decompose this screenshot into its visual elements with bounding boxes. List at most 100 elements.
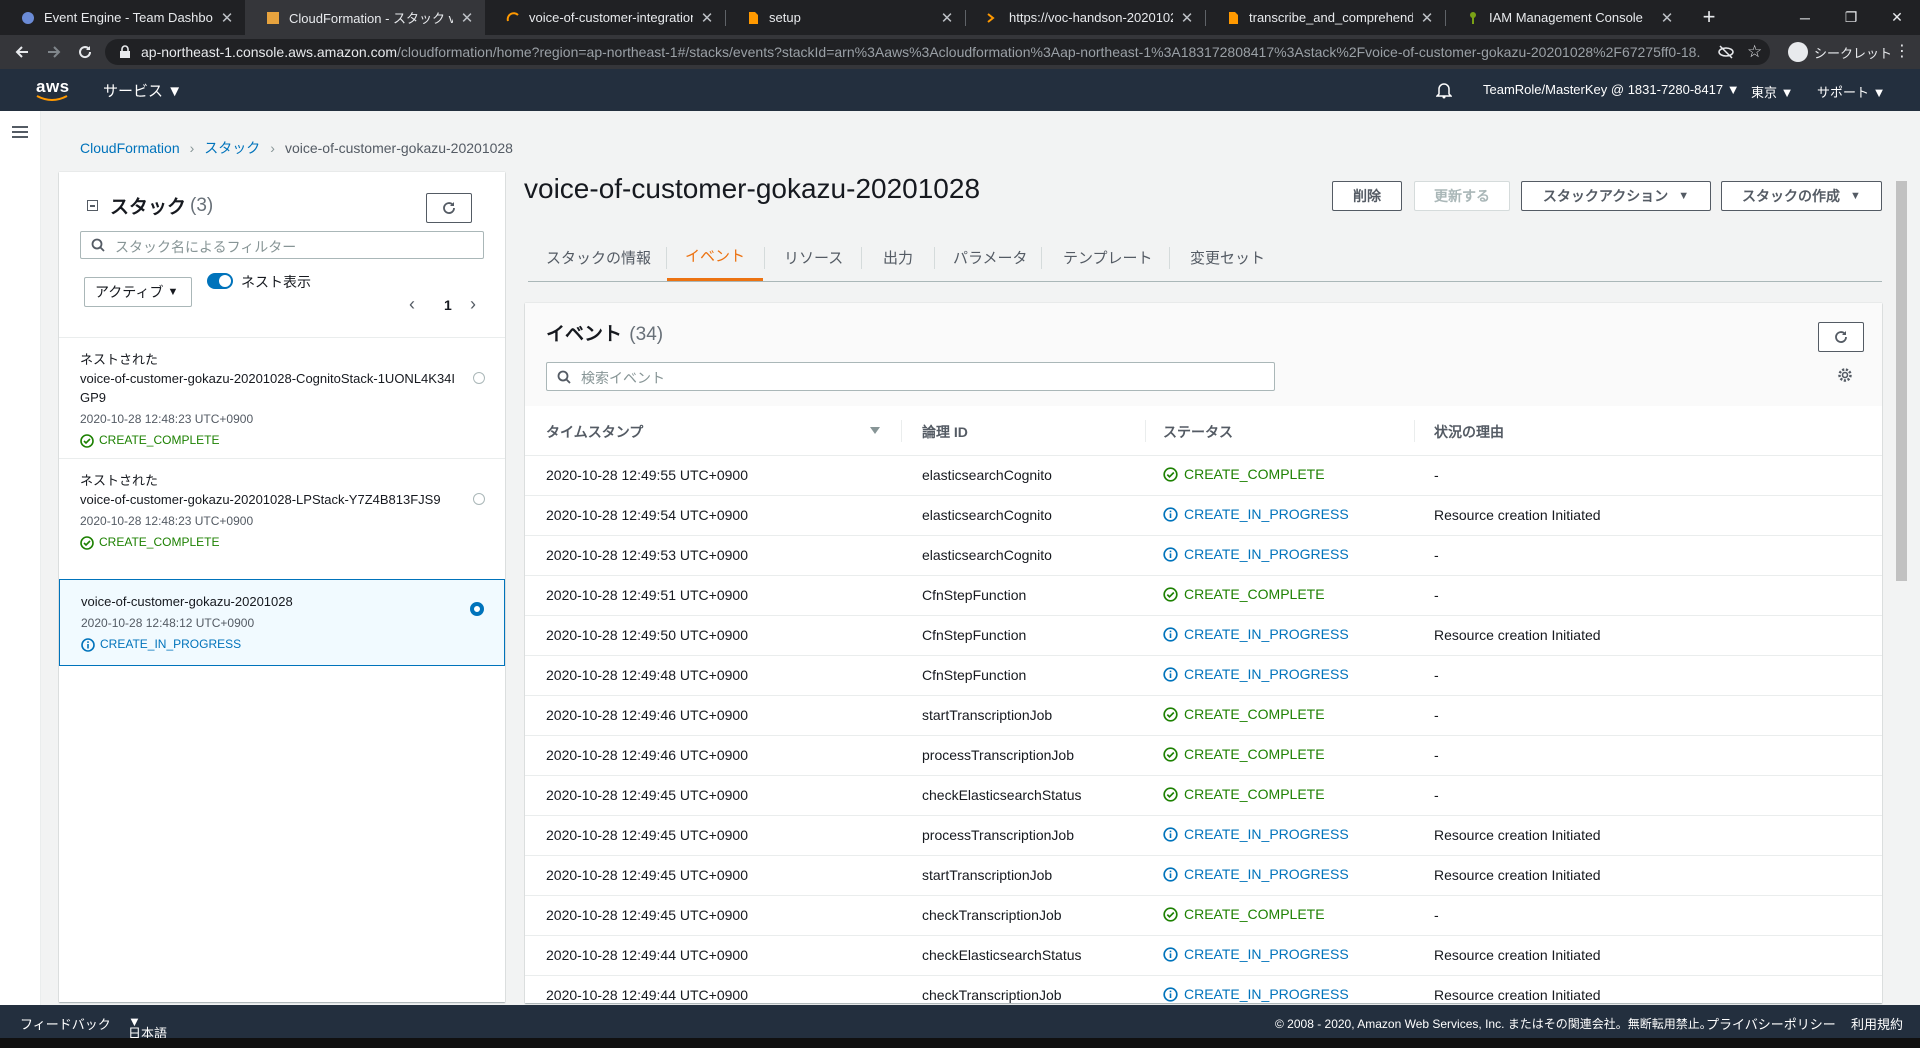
language-select[interactable]: 日本語 ▼ — [128, 1014, 167, 1041]
stack-actions-button[interactable]: スタックアクション ▼ — [1521, 181, 1711, 211]
window-close-icon[interactable]: ✕ — [1874, 0, 1920, 35]
event-reason: - — [1434, 747, 1439, 763]
eye-off-icon[interactable] — [1718, 45, 1734, 59]
page-number[interactable]: 1 — [444, 297, 452, 313]
event-status: CREATE_COMPLETE — [1163, 586, 1325, 602]
tab-template[interactable]: テンプレート — [1063, 233, 1153, 281]
browser-tab[interactable]: setup ✕ — [725, 0, 965, 35]
event-logical-id: startTranscriptionJob — [922, 867, 1053, 883]
stack-filter-input[interactable]: スタック名によるフィルター — [80, 231, 484, 259]
sort-desc-icon[interactable] — [870, 427, 880, 434]
feedback-link[interactable]: フィードバック — [20, 1014, 111, 1033]
next-page-icon[interactable]: › — [470, 294, 476, 315]
stack-list-item-selected[interactable]: voice-of-customer-gokazu-20201028 2020-1… — [59, 579, 505, 666]
stack-refresh-button[interactable] — [426, 193, 472, 223]
update-button[interactable]: 更新する — [1414, 181, 1510, 211]
close-icon[interactable]: ✕ — [1179, 9, 1195, 27]
event-logical-id: checkTranscriptionJob — [922, 987, 1062, 1003]
reload-icon[interactable] — [73, 41, 97, 63]
nest-view-toggle[interactable] — [207, 273, 233, 289]
column-header-logical-id[interactable]: 論理 ID — [922, 422, 968, 442]
bell-icon[interactable] — [1436, 81, 1452, 99]
breadcrumb: CloudFormation › スタック › voice-of-custome… — [80, 138, 513, 158]
browser-tab[interactable]: Event Engine - Team Dashboard ✕ — [0, 0, 245, 35]
hamburger-menu-icon[interactable] — [12, 125, 28, 139]
event-reason: Resource creation Initiated — [1434, 627, 1601, 643]
browser-tab[interactable]: voice-of-customer-integration-h ✕ — [485, 0, 725, 35]
tab-change-sets[interactable]: 変更セット — [1190, 233, 1265, 281]
kebab-menu-icon[interactable]: ⋮ — [1894, 41, 1910, 61]
delete-button[interactable]: 削除 — [1332, 181, 1402, 211]
terms-link[interactable]: 利用規約 — [1851, 1014, 1903, 1033]
lock-icon — [119, 45, 131, 59]
page-scrollbar[interactable] — [1893, 167, 1910, 1005]
event-reason: Resource creation Initiated — [1434, 947, 1601, 963]
tab-parameters[interactable]: パラメータ — [953, 233, 1028, 281]
restore-icon[interactable]: ❐ — [1828, 0, 1874, 35]
support-menu[interactable]: サポート ▼ — [1817, 82, 1886, 101]
breadcrumb-stacks[interactable]: スタック — [204, 138, 260, 158]
close-icon[interactable]: ✕ — [219, 9, 235, 27]
address-bar[interactable]: ap-northeast-1.console.aws.amazon.com/cl… — [105, 39, 1770, 65]
aws-logo[interactable]: aws — [36, 77, 70, 101]
region-menu[interactable]: 東京 ▼ — [1751, 82, 1794, 101]
stack-radio-selected[interactable] — [470, 602, 484, 616]
close-icon[interactable]: ✕ — [939, 9, 955, 27]
event-logical-id: CfnStepFunction — [922, 587, 1027, 603]
stack-list-panel: スタック (3) スタック名によるフィルター アクティブ ▼ ネスト表示 ‹ 1 … — [59, 172, 505, 1002]
services-menu[interactable]: サービス ▼ — [103, 80, 182, 101]
event-search-input[interactable]: 検索イベント — [546, 362, 1275, 391]
check-circle-icon — [1163, 746, 1178, 762]
browser-tab-bar: Event Engine - Team Dashboard ✕ CloudFor… — [0, 0, 1920, 35]
column-header-reason[interactable]: 状況の理由 — [1434, 422, 1504, 442]
browser-tab[interactable]: IAM Management Console ✕ — [1445, 0, 1685, 35]
incognito-indicator[interactable]: シークレット — [1788, 40, 1892, 64]
star-icon[interactable]: ☆ — [1747, 42, 1762, 62]
back-icon[interactable] — [10, 41, 34, 63]
info-circle-icon — [1163, 986, 1178, 1002]
minimize-icon[interactable]: ─ — [1782, 0, 1828, 35]
gear-icon[interactable] — [1837, 367, 1853, 383]
stack-list-item[interactable]: ネストされた voice-of-customer-gokazu-20201028-… — [59, 458, 505, 579]
status-filter-select[interactable]: アクティブ ▼ — [84, 277, 192, 307]
browser-tab[interactable]: https://voc-handson-20201028-g ✕ — [965, 0, 1205, 35]
tab-events[interactable]: イベント — [667, 233, 763, 281]
event-timestamp: 2020-10-28 12:49:54 UTC+0900 — [546, 507, 748, 523]
close-icon[interactable]: ✕ — [1419, 9, 1435, 27]
create-stack-button[interactable]: スタックの作成 ▼ — [1721, 181, 1882, 211]
privacy-policy-link[interactable]: プライバシーポリシー — [1706, 1014, 1836, 1033]
browser-tab-active[interactable]: CloudFormation - スタック voice-o ✕ — [245, 0, 485, 35]
browser-tab[interactable]: transcribe_and_comprehend ✕ — [1205, 0, 1445, 35]
event-timestamp: 2020-10-28 12:49:44 UTC+0900 — [546, 947, 748, 963]
account-menu[interactable]: TeamRole/MasterKey @ 1831-7280-8417 ▼ — [1483, 82, 1740, 97]
collapse-icon[interactable] — [87, 200, 98, 211]
stack-list-item[interactable]: ネストされた voice-of-customer-gokazu-20201028-… — [59, 337, 505, 458]
column-header-timestamp[interactable]: タイムスタンプ — [546, 422, 643, 442]
event-timestamp: 2020-10-28 12:49:53 UTC+0900 — [546, 547, 748, 563]
events-table-header: タイムスタンプ 論理 ID ステータス 状況の理由 — [525, 406, 1882, 456]
close-icon[interactable]: ✕ — [459, 9, 475, 27]
page-title: voice-of-customer-gokazu-20201028 — [524, 173, 981, 204]
event-status: CREATE_IN_PROGRESS — [1163, 986, 1349, 1002]
stack-radio[interactable] — [473, 372, 485, 384]
breadcrumb-cloudformation[interactable]: CloudFormation — [80, 140, 180, 156]
info-circle-icon — [1163, 866, 1178, 882]
tab-outputs[interactable]: 出力 — [883, 233, 913, 281]
stack-radio[interactable] — [473, 493, 485, 505]
event-reason: - — [1434, 467, 1439, 483]
tab-stack-info[interactable]: スタックの情報 — [546, 233, 651, 281]
prev-page-icon[interactable]: ‹ — [409, 294, 415, 315]
forward-icon[interactable] — [42, 41, 66, 63]
new-tab-button[interactable]: + — [1695, 4, 1723, 30]
events-refresh-button[interactable] — [1818, 322, 1864, 352]
scrollbar-thumb[interactable] — [1896, 181, 1907, 581]
event-reason: Resource creation Initiated — [1434, 507, 1601, 523]
tab-resources[interactable]: リソース — [784, 233, 843, 281]
close-icon[interactable]: ✕ — [699, 9, 715, 27]
table-row: 2020-10-28 12:49:55 UTC+0900 elasticsearc… — [525, 456, 1882, 496]
check-circle-icon — [1163, 786, 1178, 802]
column-header-status[interactable]: ステータス — [1163, 422, 1233, 442]
event-reason: - — [1434, 907, 1439, 923]
iam-icon — [1465, 10, 1481, 26]
close-icon[interactable]: ✕ — [1659, 9, 1675, 27]
